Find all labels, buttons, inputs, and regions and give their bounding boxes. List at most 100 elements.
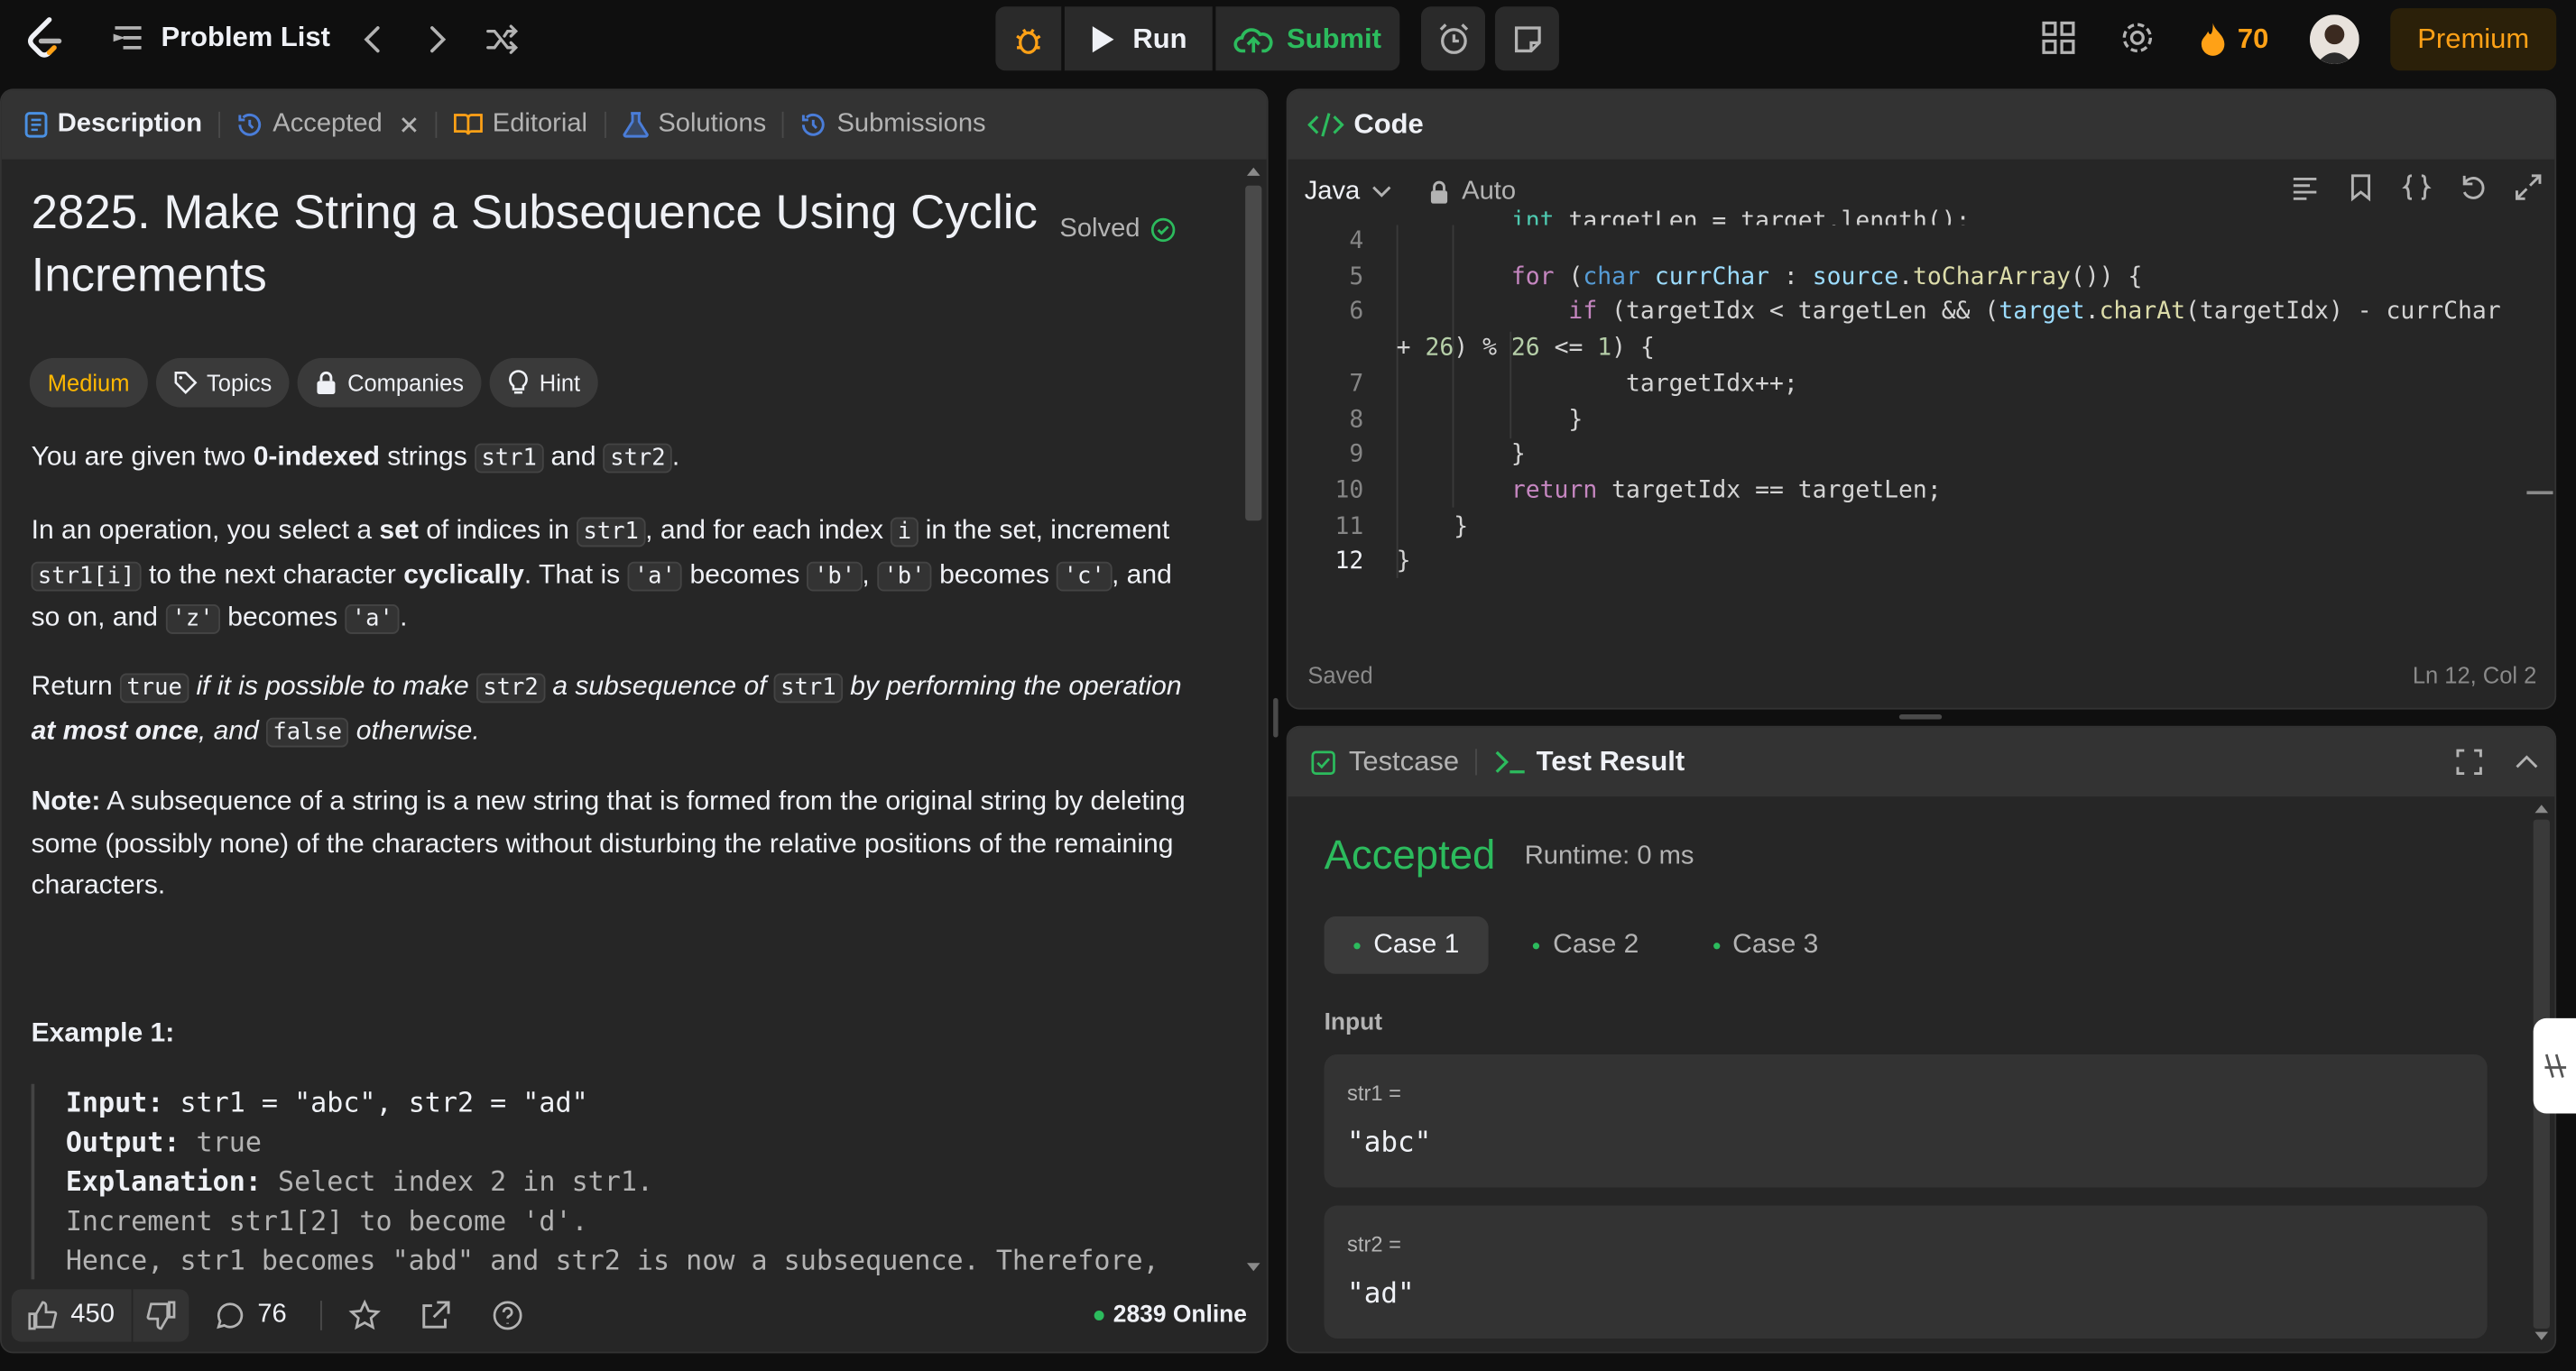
check-circle-icon: [1150, 216, 1176, 243]
comments-button[interactable]: 76: [215, 1301, 287, 1330]
problem-list-label: Problem List: [161, 21, 330, 53]
history-icon: [800, 112, 826, 138]
test-tabs: Testcase Test Result: [1288, 727, 2555, 797]
run-label: Run: [1132, 22, 1187, 54]
tab-divider: [782, 111, 785, 138]
companies-chip[interactable]: Companies: [298, 357, 483, 408]
description-paragraph: You are given two 0-indexed strings str1…: [31, 441, 680, 474]
tab-editorial[interactable]: Editorial: [453, 110, 604, 140]
tab-submissions[interactable]: Submissions: [800, 110, 1002, 140]
side-drawer-handle[interactable]: [2533, 1017, 2576, 1114]
dislike-button[interactable]: [133, 1301, 189, 1330]
shuffle-icon[interactable]: [485, 22, 521, 58]
input-value[interactable]: "abc": [1347, 1127, 1431, 1159]
line-number: 7: [1349, 371, 1364, 398]
timer-button[interactable]: [1420, 6, 1486, 71]
topics-chip[interactable]: Topics: [155, 357, 291, 408]
chevron-up-icon[interactable]: [2512, 747, 2542, 777]
flask-icon: [622, 112, 649, 138]
user-avatar[interactable]: [2310, 14, 2359, 65]
share-external-icon[interactable]: [418, 1299, 450, 1331]
tag-icon: [174, 372, 198, 394]
description-scrollbar[interactable]: [1243, 162, 1263, 1279]
line-number: 4: [1349, 228, 1364, 255]
language-select[interactable]: Java: [1305, 178, 1393, 207]
hint-chip[interactable]: Hint: [490, 357, 599, 408]
note-icon: [1510, 23, 1543, 55]
mode-label: Auto: [1462, 177, 1517, 206]
submit-button[interactable]: Submit: [1215, 6, 1400, 71]
test-result-panel: Testcase Test Result Accepted Runtime: 0…: [1286, 725, 2557, 1354]
scrollbar-marker: [2526, 491, 2553, 495]
code-line-wrapped: + 26) % 26 <= 1) {: [1396, 335, 1655, 362]
code-line: for (char currChar : source.toCharArray(…: [1510, 263, 2143, 290]
line-number: 5: [1349, 263, 1364, 290]
close-icon[interactable]: [399, 115, 419, 134]
tab-test-result[interactable]: Test Result: [1493, 746, 1685, 778]
bookmark-icon[interactable]: [2346, 172, 2376, 202]
tab-solutions-label: Solutions: [658, 109, 767, 138]
run-button[interactable]: Run: [1064, 6, 1213, 71]
saved-status: Saved: [1307, 661, 1373, 688]
input-box-str1: str1 = "abc": [1324, 1054, 2488, 1188]
pass-dot: [1353, 942, 1361, 949]
leetcode-logo-icon[interactable]: [23, 16, 65, 62]
like-count: 450: [70, 1301, 115, 1330]
star-icon[interactable]: [347, 1299, 381, 1331]
panel-resize-handle[interactable]: [1273, 697, 1279, 738]
lock-icon: [316, 371, 337, 394]
line-number: 9: [1349, 442, 1364, 469]
code-header: Code: [1288, 90, 2555, 160]
case-tab-3[interactable]: Case 3: [1684, 916, 1849, 974]
tab-divider: [218, 111, 221, 138]
settings-gear-icon[interactable]: [2119, 20, 2156, 56]
code-line: if (targetIdx < targetLen && (target.cha…: [1568, 299, 2501, 327]
tab-submissions-label: Submissions: [836, 109, 986, 138]
debug-button[interactable]: [995, 6, 1062, 71]
fullscreen-icon[interactable]: [2454, 747, 2484, 777]
input-box-str2: str2 = "ad": [1324, 1205, 2488, 1339]
next-problem-chevron-right-icon[interactable]: [419, 22, 455, 58]
tab-testcase[interactable]: Testcase: [1311, 746, 1459, 778]
code-line: return targetIdx == targetLen;: [1510, 477, 1942, 504]
example-heading: Example 1:: [31, 1017, 175, 1048]
help-circle-icon[interactable]: [491, 1299, 523, 1331]
problem-list-button[interactable]: Problem List: [112, 22, 330, 54]
streak-counter[interactable]: 70: [2198, 22, 2268, 58]
chevron-down-icon: [1370, 184, 1392, 200]
expand-icon[interactable]: [2514, 172, 2544, 202]
description-paragraph: In an operation, you select a set of ind…: [31, 515, 1172, 634]
reset-undo-icon[interactable]: [2458, 172, 2488, 202]
bug-icon: [1012, 23, 1045, 55]
layout-grid-icon[interactable]: [2040, 20, 2076, 56]
tab-description[interactable]: Description: [24, 110, 218, 140]
tab-accepted-label: Accepted: [272, 109, 383, 138]
pass-dot: [1533, 942, 1540, 949]
tab-divider: [435, 111, 437, 138]
footer-divider: [319, 1301, 321, 1330]
case-tab-2[interactable]: Case 2: [1504, 916, 1669, 974]
leetcode-workspace: Problem List Run Submit 70 Premium Descr…: [0, 0, 2576, 1371]
format-lines-icon[interactable]: [2290, 172, 2320, 202]
notes-button[interactable]: [1494, 6, 1559, 71]
like-button[interactable]: 450: [12, 1301, 131, 1330]
tab-solutions[interactable]: Solutions: [622, 110, 782, 140]
cursor-position: Ln 12, Col 2: [2412, 661, 2537, 688]
input-value[interactable]: "ad": [1347, 1278, 1415, 1311]
tab-accepted[interactable]: Accepted: [236, 110, 435, 140]
input-name: str1 =: [1347, 1081, 1401, 1106]
pass-dot: [1713, 942, 1720, 949]
difficulty-badge[interactable]: Medium: [29, 357, 148, 408]
premium-button[interactable]: Premium: [2390, 8, 2557, 71]
online-label: 2839 Online: [1113, 1302, 1247, 1330]
line-number-current: 12: [1334, 548, 1364, 575]
case-tab-1[interactable]: Case 1: [1324, 916, 1490, 974]
autocomplete-mode[interactable]: Auto: [1429, 178, 1516, 207]
thumbs-down-icon: [145, 1301, 176, 1330]
curly-braces-icon[interactable]: [2402, 172, 2432, 202]
prev-problem-chevron-left-icon[interactable]: [355, 22, 391, 58]
document-icon: [24, 112, 48, 138]
problem-title-block: 2825. Make String a Subsequence Using Cy…: [32, 182, 1201, 307]
panel-resize-handle-horizontal[interactable]: [1898, 714, 1943, 720]
code-line-3-partial: int targetLen = target.length();: [1510, 208, 1971, 225]
